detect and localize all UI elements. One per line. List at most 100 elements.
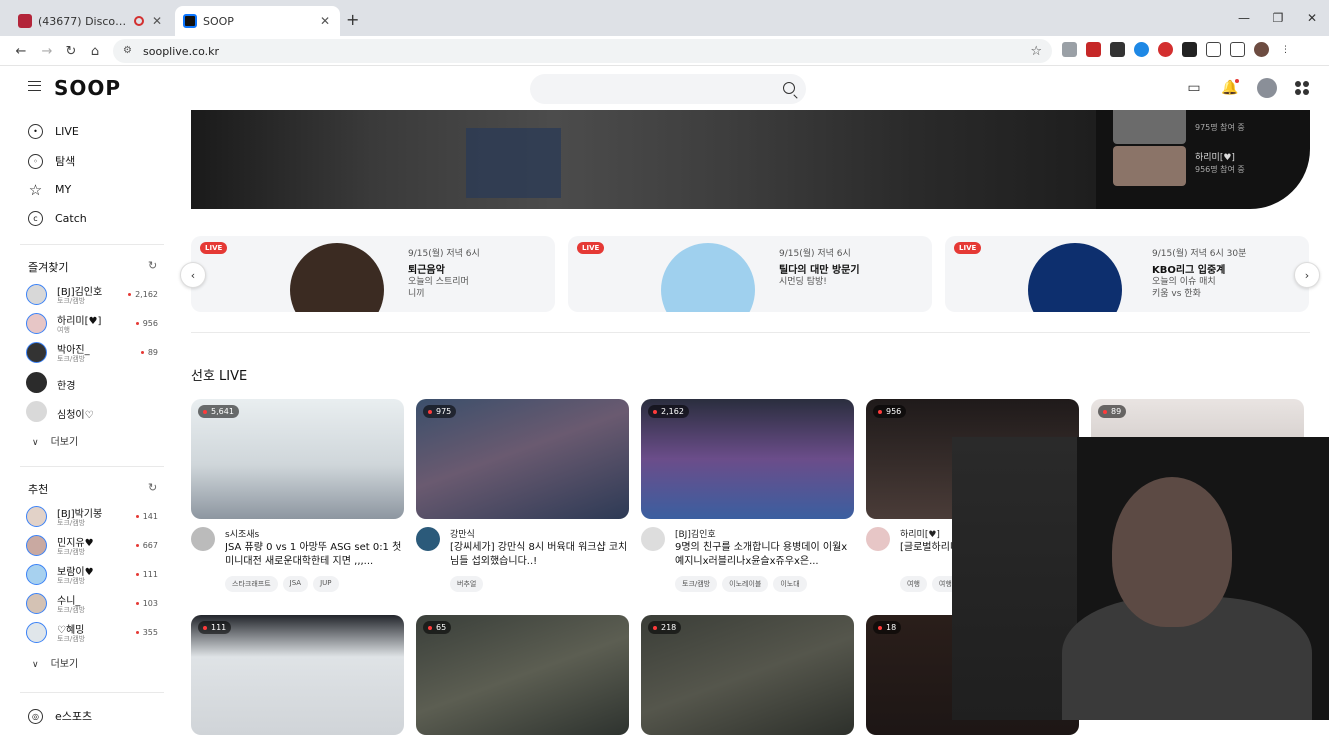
search-input[interactable] <box>530 74 806 104</box>
bell-icon[interactable]: 🔔 <box>1221 79 1239 97</box>
sidebar-channel[interactable]: 심청이♡ <box>26 400 158 424</box>
webcam-person-face <box>1112 477 1232 627</box>
back-icon[interactable]: ← <box>12 42 30 60</box>
avatar[interactable] <box>191 527 215 551</box>
tag[interactable]: 여행 <box>900 576 927 592</box>
hero-side-item[interactable]: 하리미[♥] 956명 참여 중 <box>1113 146 1293 188</box>
tab-discord[interactable]: (43677) Discord | Jhunter, R ✕ <box>10 6 172 36</box>
profile-icon[interactable] <box>1257 78 1277 98</box>
sidebar-channel[interactable]: 민지유♥ 토크/캠방 667 <box>26 534 158 558</box>
camera-icon[interactable]: ▭ <box>1185 79 1203 97</box>
streamer-name[interactable]: [BJ]김인호 <box>675 527 716 540</box>
side-panel-icon[interactable] <box>1230 42 1245 57</box>
avatar <box>26 593 47 614</box>
video-card[interactable]: 975 강만식 [강씨세가] 강만식 8시 버육대 워크샵 코치님들 섭외했습니… <box>416 399 629 592</box>
video-thumbnail[interactable]: 975 <box>416 399 629 519</box>
sidebar-channel[interactable]: 한경 <box>26 371 158 395</box>
live-icon: • <box>28 124 43 139</box>
sidebar-item-explore[interactable]: ◦ 탐색 <box>28 153 75 169</box>
video-thumbnail[interactable]: 65 <box>416 615 629 735</box>
extensions-puzzle-icon[interactable] <box>1206 42 1221 57</box>
carousel-next-button[interactable]: › <box>1294 262 1320 288</box>
tag[interactable]: 이노대 <box>773 576 807 592</box>
sidebar-channel[interactable]: [BJ]박기봉 토크/캠방 141 <box>26 505 158 529</box>
browser-menu-icon[interactable]: ⋮ <box>1278 42 1293 57</box>
viewer-count: 975 <box>423 405 457 418</box>
bookmark-star-icon[interactable]: ☆ <box>1030 44 1042 59</box>
video-card[interactable]: 2,162 [BJ]김인호 9명의 친구를 소개합니다 용병데이 이월x예지니x… <box>641 399 854 592</box>
video-thumbnail[interactable]: 218 <box>641 615 854 735</box>
avatar[interactable] <box>641 527 665 551</box>
video-card[interactable]: 65 <box>416 615 629 735</box>
sidebar-channel[interactable]: 박아진_ 토크/캠방 89 <box>26 341 158 365</box>
close-icon[interactable]: ✕ <box>318 14 332 28</box>
tag[interactable]: 버추얼 <box>450 576 484 592</box>
streamer-name[interactable]: 하리미[♥] <box>900 527 940 540</box>
soop-logo[interactable]: SOOP <box>54 76 121 100</box>
address-bar[interactable]: ⚙ sooplive.co.kr ☆ <box>113 39 1052 63</box>
hero-banner[interactable]: 975명 참여 중 하리미[♥] 956명 참여 중 <box>191 110 1310 209</box>
esports-icon: ◎ <box>28 708 43 724</box>
streamer-name[interactable]: 강만식 <box>450 527 475 540</box>
sidebar-channel[interactable]: 하리미[♥] 여행 956 <box>26 312 158 336</box>
recommend-more-button[interactable]: ∨ 더보기 <box>32 655 78 670</box>
tab-soop[interactable]: SOOP ✕ <box>175 6 340 36</box>
tag[interactable]: 스타크래프트 <box>225 576 278 592</box>
new-tab-button[interactable]: + <box>346 10 359 29</box>
sidebar-channel[interactable]: 보람이♥ 토크/캠방 111 <box>26 563 158 587</box>
refresh-icon[interactable]: ↻ <box>148 481 157 494</box>
tag[interactable]: 토크/캠방 <box>675 576 718 592</box>
video-thumbnail[interactable]: 111 <box>191 615 404 735</box>
extension-icon[interactable] <box>1110 42 1125 57</box>
schedule-card[interactable]: LIVE 9/15(월) 저녁 6시 퇴근음악 오늘의 스트리머 니끼 <box>191 236 555 312</box>
site-info-icon[interactable]: ⚙ <box>123 45 135 57</box>
extension-icon[interactable] <box>1158 42 1173 57</box>
apps-icon[interactable] <box>1295 81 1309 95</box>
extension-icon[interactable] <box>1062 42 1077 57</box>
reload-icon[interactable]: ↻ <box>62 42 80 60</box>
avatar[interactable] <box>416 527 440 551</box>
video-thumbnail[interactable]: 5,641 <box>191 399 404 519</box>
tag[interactable]: JSA <box>282 576 309 592</box>
extension-icon[interactable] <box>1134 42 1149 57</box>
carousel-prev-button[interactable]: ‹ <box>180 262 206 288</box>
sidebar-channel[interactable]: ♡혜밍 토크/캠방 355 <box>26 621 158 645</box>
schedule-image <box>661 243 755 312</box>
refresh-icon[interactable]: ↻ <box>148 259 157 272</box>
hero-side-item[interactable]: 975명 참여 중 <box>1113 110 1293 146</box>
home-icon[interactable]: ⌂ <box>86 42 104 60</box>
menu-icon[interactable] <box>28 81 41 91</box>
tag[interactable]: JUP <box>313 576 339 592</box>
sidebar-item-esports[interactable]: ◎ e스포츠 <box>28 708 92 724</box>
minimize-icon[interactable]: — <box>1227 0 1261 36</box>
close-icon[interactable]: ✕ <box>150 14 164 28</box>
sidebar-item-catch[interactable]: c Catch <box>28 211 87 226</box>
sidebar-item-live[interactable]: • LIVE <box>28 124 79 139</box>
video-title[interactable]: 9명의 친구를 소개합니다 용병데이 이월x예지니x러블리나x윤슬x쥬우x은..… <box>675 541 853 569</box>
sidebar-item-my[interactable]: ☆ MY <box>28 181 71 199</box>
favorites-more-button[interactable]: ∨ 더보기 <box>32 433 78 448</box>
profile-icon[interactable] <box>1254 42 1269 57</box>
video-card[interactable]: 218 <box>641 615 854 735</box>
video-card[interactable]: 5,641 s시조새s JSA 퓨량 0 vs 1 아망뚜 ASG set 0:… <box>191 399 404 592</box>
video-thumbnail[interactable]: 2,162 <box>641 399 854 519</box>
avatar[interactable] <box>866 527 890 551</box>
hero-side-viewers: 975명 참여 중 <box>1195 123 1245 132</box>
extension-icon[interactable] <box>1086 42 1101 57</box>
video-card[interactable]: 111 <box>191 615 404 735</box>
schedule-card[interactable]: LIVE 9/15(월) 저녁 6시 30분 KBO리그 입중계 오늘의 이슈 … <box>945 236 1309 312</box>
streamer-name[interactable]: s시조새s <box>225 527 259 540</box>
sidebar-channel[interactable]: 수니_ 토크/캠방 103 <box>26 592 158 616</box>
tag-list: 토크/캠방 이노레이블 이노대 <box>675 576 807 592</box>
extension-icon[interactable] <box>1182 42 1197 57</box>
schedule-card[interactable]: LIVE 9/15(월) 저녁 6시 틸다의 대만 방문기 시먼딩 탐방! <box>568 236 932 312</box>
video-title[interactable]: JSA 퓨량 0 vs 1 아망뚜 ASG set 0:1 첫 미니대전 새로운… <box>225 541 403 569</box>
sidebar-channel[interactable]: [BJ]김인호 토크/캠방 2,162 <box>26 283 158 307</box>
forward-icon[interactable]: → <box>38 42 56 60</box>
close-window-icon[interactable]: ✕ <box>1295 0 1329 36</box>
restore-icon[interactable]: ❐ <box>1261 0 1295 36</box>
channel-category: 토크/캠방 <box>57 635 86 643</box>
video-title[interactable]: [강씨세가] 강만식 8시 버육대 워크샵 코치님들 섭외했습니다..! <box>450 541 628 569</box>
search-icon[interactable] <box>783 82 795 94</box>
tag[interactable]: 이노레이블 <box>722 576 769 592</box>
